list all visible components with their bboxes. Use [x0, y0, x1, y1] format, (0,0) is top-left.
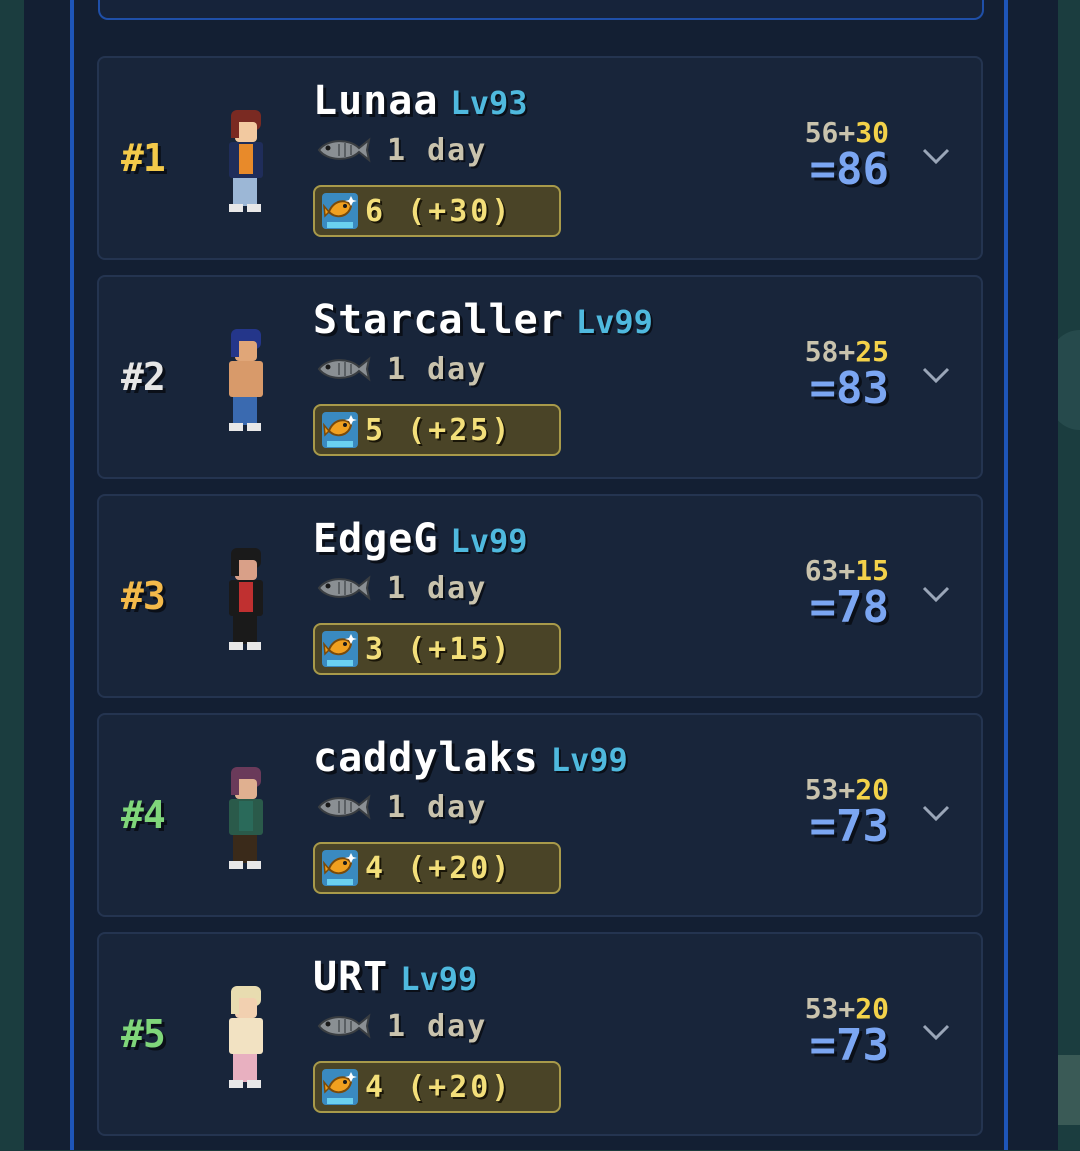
player-name: caddylaks — [313, 735, 539, 781]
player-level: Lv99 — [400, 960, 477, 998]
player-name: EdgeG — [313, 516, 438, 562]
player-level: Lv93 — [450, 84, 527, 122]
avatar — [217, 982, 277, 1092]
fish-icon — [315, 136, 373, 164]
player-name-row: Starcaller Lv99 — [313, 297, 653, 343]
avatar — [217, 325, 277, 435]
left-edge — [0, 0, 26, 1150]
rank-label: #4 — [121, 793, 165, 837]
score-total: =73 — [805, 1024, 889, 1068]
golden-fish-icon — [321, 630, 359, 668]
fish-duration-row: 1 day — [315, 351, 487, 387]
golden-fish-icon — [321, 1068, 359, 1106]
catch-count-text: 4 (+20) — [365, 851, 512, 886]
score-total: =73 — [805, 805, 889, 849]
chevron-down-icon[interactable] — [921, 146, 951, 166]
player-name-row: URT Lv99 — [313, 954, 477, 1000]
catch-count-text: 5 (+25) — [365, 413, 512, 448]
chevron-down-icon[interactable] — [921, 803, 951, 823]
fish-icon — [315, 1012, 373, 1040]
golden-fish-icon — [321, 192, 359, 230]
avatar — [217, 106, 277, 216]
chevron-down-icon[interactable] — [921, 584, 951, 604]
fish-duration-row: 1 day — [315, 1008, 487, 1044]
catch-count-text: 6 (+30) — [365, 194, 512, 229]
player-name-row: EdgeG Lv99 — [313, 516, 527, 562]
player-name: URT — [313, 954, 388, 1000]
duration-text: 1 day — [387, 1009, 487, 1044]
catch-badge: 6 (+30) — [313, 185, 561, 237]
leaderboard-entry-4[interactable]: #4 caddylaks Lv99 1 day — [97, 713, 983, 917]
player-level: Lv99 — [551, 741, 628, 779]
score-total: =78 — [805, 586, 889, 630]
duration-text: 1 day — [387, 352, 487, 387]
previous-card — [98, 0, 984, 20]
player-name: Lunaa — [313, 78, 438, 124]
chevron-down-icon[interactable] — [921, 365, 951, 385]
avatar — [217, 544, 277, 654]
leaderboard-entry-3[interactable]: #3 EdgeG Lv99 1 day — [97, 494, 983, 698]
right-edge — [1058, 0, 1080, 1150]
avatar — [217, 763, 277, 873]
panel-border-right — [1004, 0, 1008, 1150]
catch-badge: 4 (+20) — [313, 1061, 561, 1113]
leaderboard-entry-1[interactable]: #1 Lunaa Lv93 1 day — [97, 56, 983, 260]
duration-text: 1 day — [387, 790, 487, 825]
rank-label: #1 — [121, 136, 165, 180]
score-total: =86 — [805, 148, 889, 192]
fish-icon — [315, 793, 373, 821]
rank-label: #2 — [121, 355, 165, 399]
player-name-row: caddylaks Lv99 — [313, 735, 628, 781]
fish-duration-row: 1 day — [315, 570, 487, 606]
catch-badge: 5 (+25) — [313, 404, 561, 456]
fish-icon — [315, 355, 373, 383]
rank-label: #5 — [121, 1012, 165, 1056]
golden-fish-icon — [321, 849, 359, 887]
player-level: Lv99 — [576, 303, 653, 341]
duration-text: 1 day — [387, 571, 487, 606]
catch-count-text: 3 (+15) — [365, 632, 512, 667]
leaderboard-list: #1 Lunaa Lv93 1 day — [97, 56, 983, 1151]
rank-label: #3 — [121, 574, 165, 618]
fish-duration-row: 1 day — [315, 132, 487, 168]
player-level: Lv99 — [450, 522, 527, 560]
golden-fish-icon — [321, 411, 359, 449]
fish-duration-row: 1 day — [315, 789, 487, 825]
catch-badge: 4 (+20) — [313, 842, 561, 894]
chevron-down-icon[interactable] — [921, 1022, 951, 1042]
player-name: Starcaller — [313, 297, 564, 343]
score-block: 56+30 =86 — [805, 118, 889, 192]
leaderboard-entry-2[interactable]: #2 Starcaller Lv99 1 day — [97, 275, 983, 479]
catch-count-text: 4 (+20) — [365, 1070, 512, 1105]
score-block: 53+20 =73 — [805, 994, 889, 1068]
score-total: =83 — [805, 367, 889, 411]
duration-text: 1 day — [387, 133, 487, 168]
score-block: 63+15 =78 — [805, 556, 889, 630]
leaderboard-entry-5[interactable]: #5 URT Lv99 1 day — [97, 932, 983, 1136]
score-block: 53+20 =73 — [805, 775, 889, 849]
fish-icon — [315, 574, 373, 602]
panel-border-left — [70, 0, 74, 1150]
player-name-row: Lunaa Lv93 — [313, 78, 527, 124]
catch-badge: 3 (+15) — [313, 623, 561, 675]
score-block: 58+25 =83 — [805, 337, 889, 411]
